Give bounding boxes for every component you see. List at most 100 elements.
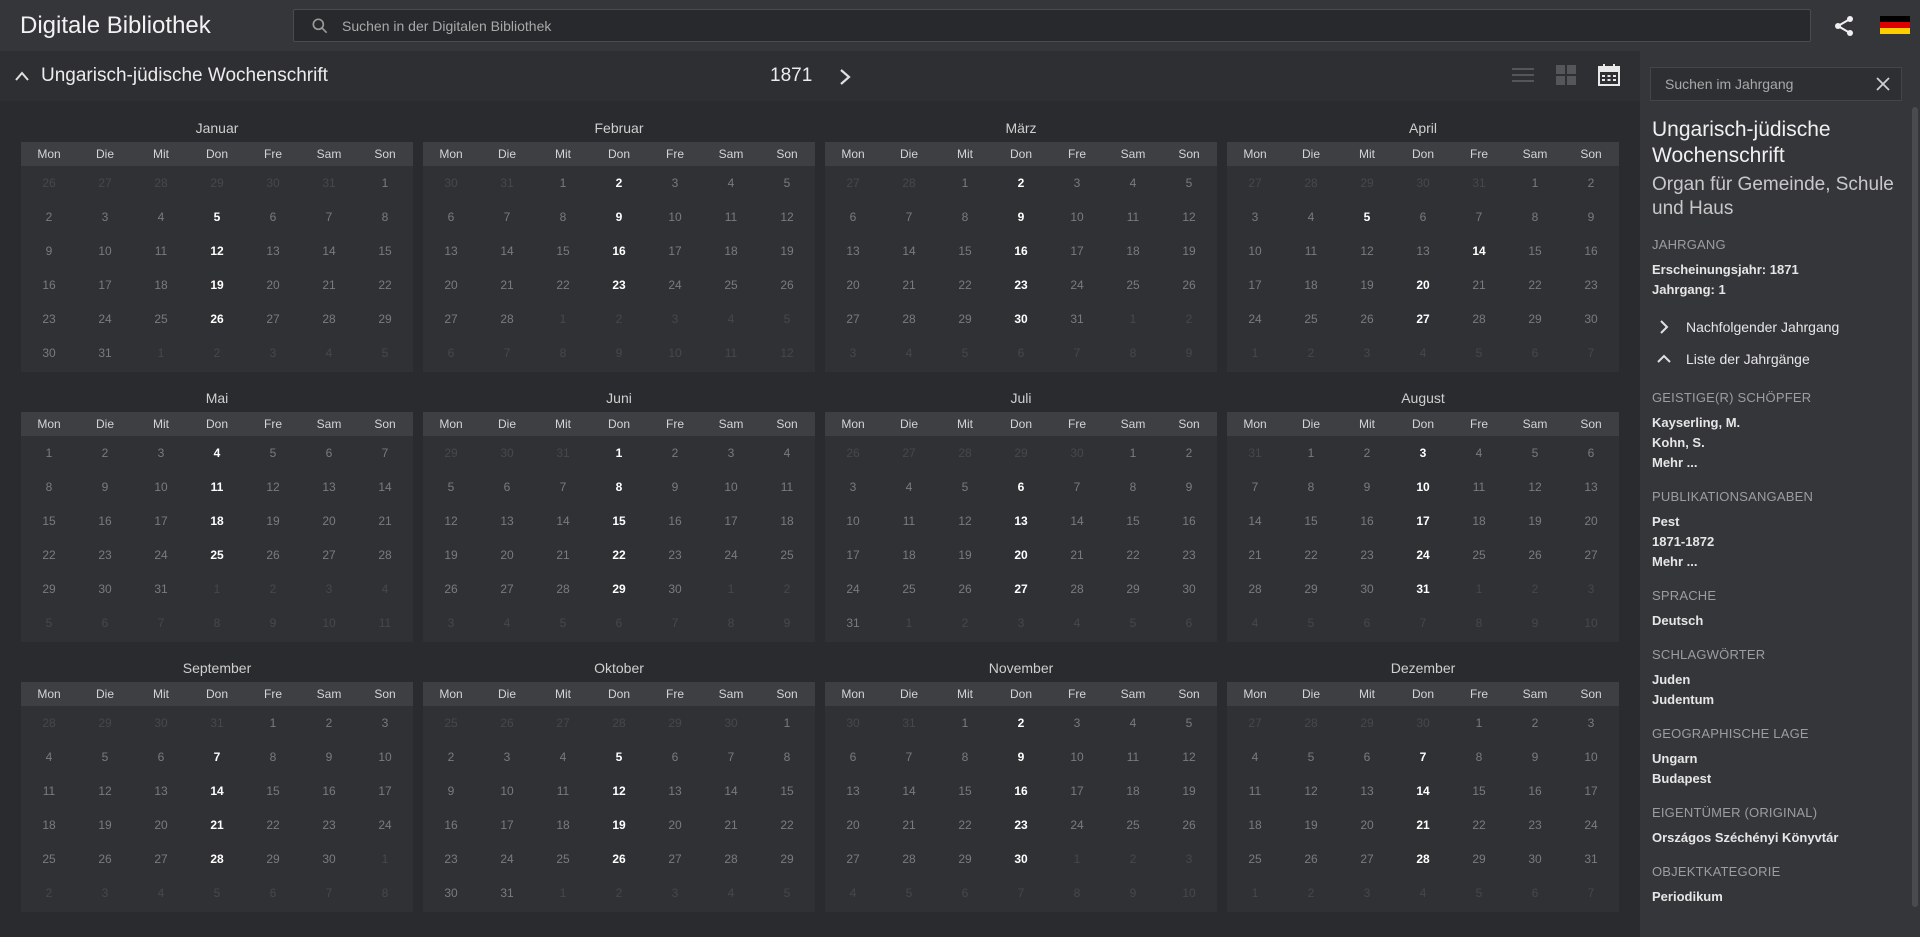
- calendar-day: 11: [724, 346, 738, 360]
- issue-day[interactable]: 14: [1395, 774, 1451, 808]
- owner-value[interactable]: Országos Széchényi Könyvtár: [1652, 828, 1907, 848]
- issue-day[interactable]: 7: [189, 740, 245, 774]
- calendar-day: 18: [1304, 278, 1318, 292]
- issue-day[interactable]: 16: [993, 234, 1049, 268]
- issue-day[interactable]: 21: [189, 808, 245, 842]
- series-title[interactable]: Ungarisch-jüdische Wochenschrift: [41, 65, 328, 87]
- calendar-day: 5: [961, 346, 969, 360]
- issue-day[interactable]: 30: [993, 302, 1049, 336]
- issue-day[interactable]: 25: [189, 538, 245, 572]
- creator-item[interactable]: Kohn, S.: [1652, 433, 1907, 453]
- close-icon[interactable]: [1875, 76, 1891, 92]
- language-value[interactable]: Deutsch: [1652, 611, 1907, 631]
- issue-day[interactable]: 27: [1395, 302, 1451, 336]
- issue-day[interactable]: 14: [1451, 234, 1507, 268]
- issue-day[interactable]: 20: [993, 538, 1049, 572]
- chevron-up-icon[interactable]: [14, 69, 30, 83]
- issue-day[interactable]: 1: [591, 436, 647, 470]
- issue-day[interactable]: 29: [591, 572, 647, 606]
- calendar-day: 4: [325, 346, 333, 360]
- calendar-day: 9: [1185, 346, 1193, 360]
- calendar-day: 14: [902, 784, 916, 798]
- language-flag-de-icon[interactable]: [1880, 16, 1910, 34]
- calendar-day: 29: [42, 582, 56, 596]
- share-icon[interactable]: [1832, 14, 1856, 38]
- creators-more-link[interactable]: Mehr ...: [1652, 453, 1907, 473]
- issue-day[interactable]: 31: [1395, 572, 1451, 606]
- issue-day[interactable]: 24: [1395, 538, 1451, 572]
- volume-list-link[interactable]: Liste der Jahrgänge: [1652, 344, 1907, 374]
- issue-day[interactable]: 9: [993, 200, 1049, 234]
- calendar-day: 3: [671, 312, 679, 326]
- issue-day[interactable]: 19: [591, 808, 647, 842]
- chevron-right-icon[interactable]: [836, 67, 854, 87]
- issue-day[interactable]: 23: [993, 808, 1049, 842]
- issue-day[interactable]: 9: [993, 740, 1049, 774]
- global-search-input[interactable]: [342, 17, 1742, 34]
- issue-day[interactable]: 16: [591, 234, 647, 268]
- keyword-item[interactable]: Juden: [1652, 670, 1907, 690]
- creator-item[interactable]: Kayserling, M.: [1652, 413, 1907, 433]
- weekday-label: Sam: [1120, 687, 1146, 701]
- issue-day[interactable]: 23: [993, 268, 1049, 302]
- issue-day[interactable]: 6: [993, 470, 1049, 504]
- issue-day[interactable]: 19: [189, 268, 245, 302]
- issue-day[interactable]: 2: [993, 166, 1049, 200]
- issue-day[interactable]: 10: [1395, 470, 1451, 504]
- search-icon: [312, 18, 328, 33]
- issue-day[interactable]: 18: [189, 504, 245, 538]
- list-view-icon[interactable]: [1512, 66, 1534, 84]
- issue-day[interactable]: 15: [591, 504, 647, 538]
- month-grid: Mon Die Mit Don Fre Sam Son 31 1 2 3 4 5 6 7 8 9 10 11 12 13…: [1227, 412, 1619, 642]
- publication-more-link[interactable]: Mehr ...: [1652, 552, 1907, 572]
- calendar-day: 25: [1126, 818, 1140, 832]
- issue-day[interactable]: 2: [993, 706, 1049, 740]
- app-title[interactable]: Digitale Bibliothek: [20, 12, 211, 40]
- issue-day[interactable]: 20: [1395, 268, 1451, 302]
- issue-day[interactable]: 5: [1339, 200, 1395, 234]
- calendar-day: 24: [1584, 818, 1598, 832]
- issue-day[interactable]: 8: [591, 470, 647, 504]
- weekday-label: Die: [1301, 417, 1320, 431]
- next-volume-link[interactable]: Nachfolgender Jahrgang: [1652, 312, 1907, 342]
- keyword-item[interactable]: Judentum: [1652, 690, 1907, 710]
- issue-day[interactable]: 21: [1395, 808, 1451, 842]
- issue-day[interactable]: 3: [1395, 436, 1451, 470]
- grid-view-icon[interactable]: [1556, 65, 1576, 85]
- issue-day[interactable]: 16: [993, 774, 1049, 808]
- issue-day[interactable]: 12: [591, 774, 647, 808]
- location-item[interactable]: Ungarn: [1652, 749, 1907, 769]
- issue-day[interactable]: 22: [591, 538, 647, 572]
- month-grid: Mon Die Mit Don Fre Sam Son 30 31 1 2 3 4 5 6 7 8 9 10 11 12…: [825, 682, 1217, 912]
- location-item[interactable]: Budapest: [1652, 769, 1907, 789]
- issue-day[interactable]: 13: [993, 504, 1049, 538]
- issue-day[interactable]: 5: [189, 200, 245, 234]
- category-value[interactable]: Periodikum: [1652, 887, 1907, 907]
- issue-day[interactable]: 5: [591, 740, 647, 774]
- issue-day[interactable]: 28: [189, 842, 245, 876]
- global-search[interactable]: [293, 9, 1811, 42]
- issue-day[interactable]: 7: [1395, 740, 1451, 774]
- issue-day[interactable]: 14: [189, 774, 245, 808]
- issue-day[interactable]: 23: [591, 268, 647, 302]
- section-heading-jahrgang: JAHRGANG: [1652, 237, 1726, 252]
- issue-day[interactable]: 27: [993, 572, 1049, 606]
- issue-day[interactable]: 2: [591, 166, 647, 200]
- sidebar-scrollbar[interactable]: [1912, 107, 1918, 907]
- year-search-input[interactable]: [1651, 76, 1861, 92]
- day-grid: 30 31 1 2 3 4 5 6 7 8 9 10 11 12 13 14 15 16 17 18 19 20 21 22 2…: [825, 706, 1217, 910]
- year-search[interactable]: [1650, 67, 1902, 101]
- calendar-view-icon[interactable]: [1598, 64, 1620, 86]
- issue-day[interactable]: 28: [1395, 842, 1451, 876]
- issue-day[interactable]: 26: [591, 842, 647, 876]
- issue-day[interactable]: 9: [591, 200, 647, 234]
- issue-day[interactable]: 4: [189, 436, 245, 470]
- issue-day[interactable]: 17: [1395, 504, 1451, 538]
- issue-day[interactable]: 26: [189, 302, 245, 336]
- month-name: April: [1408, 120, 1437, 136]
- calendar-day: 4: [849, 886, 857, 900]
- calendar-day: 31: [1584, 852, 1598, 866]
- issue-day[interactable]: 12: [189, 234, 245, 268]
- issue-day[interactable]: 11: [189, 470, 245, 504]
- issue-day[interactable]: 30: [993, 842, 1049, 876]
